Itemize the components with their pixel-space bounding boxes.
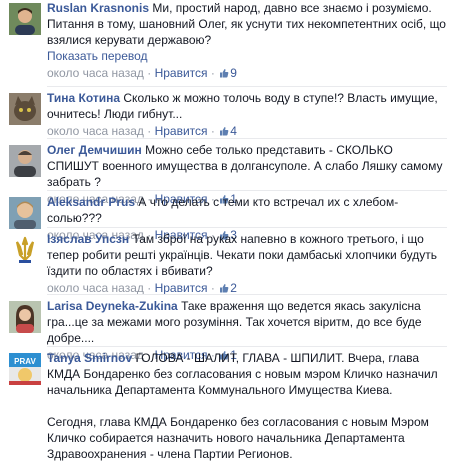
comment-paragraph: Тина Котина Сколько ж можно толочь воду … [47,90,447,122]
comment-author-link[interactable]: Tanya Smirnov [47,351,132,365]
comment-body: Tanya Smirnov ГОЛОВА - ШАЛИТ, ГЛАВА - ШП… [47,350,447,462]
like-count[interactable]: 2 [230,281,237,295]
comment-text: Aleksandr Prus А что делать с теми кто в… [47,194,447,226]
meta-separator: · [143,66,155,80]
meta-separator: · [207,66,219,80]
comment-timestamp[interactable]: около часа назад [47,124,144,138]
like-button[interactable]: Нравится [155,66,208,80]
avatar-izyaslav[interactable] [9,234,41,266]
comment-paragraph: Tanya Smirnov ГОЛОВА - ШАЛИТ, ГЛАВА - ШП… [47,350,447,398]
comment-author-link[interactable]: Тина Котина [47,91,120,105]
meta-separator: · [143,124,155,138]
comment-author-link[interactable]: Larisa Deyneka-Zukina [47,299,178,313]
like-button[interactable]: Нравится [155,124,208,138]
comment-author-link[interactable]: Aleksandr Prus [47,195,135,209]
like-button[interactable]: Нравится [155,281,208,295]
like-count[interactable]: 9 [230,66,237,80]
comment-paragraph: Aleksandr Prus А что делать с теми кто в… [47,194,447,226]
comment-text: Tanya Smirnov ГОЛОВА - ШАЛИТ, ГЛАВА - ШП… [47,350,447,462]
meta-separator: · [207,281,219,295]
avatar-oleg[interactable] [9,145,41,177]
avatar-ruslan[interactable] [9,3,41,35]
comment-text: Тина Котина Сколько ж можно толочь воду … [47,90,447,122]
comment-divider [47,138,447,139]
comment-paragraph: Ізяслав Упсзн Там зброї на руках напевно… [47,231,447,279]
comment-paragraph: Larisa Deyneka-Zukina Таке враження що в… [47,298,447,346]
avatar-larisa[interactable] [9,301,41,333]
comment-text: Ruslan Krasnonis Ми, простий народ, давн… [47,0,447,48]
thumbs-up-icon [219,66,229,82]
comment-paragraph: Ruslan Krasnonis Ми, простий народ, давн… [47,0,447,48]
comment-paragraph: Олег Демчишин Можно себе только представ… [47,142,447,190]
comment-text: Larisa Deyneka-Zukina Таке враження що в… [47,298,447,346]
comment-text: Олег Демчишин Можно себе только представ… [47,142,447,190]
avatar-tanya[interactable]: PRAV [9,353,41,385]
comment-body: Ruslan Krasnonis Ми, простий народ, давн… [47,0,447,82]
meta-separator: · [207,124,219,138]
svg-text:PRAV: PRAV [14,357,36,366]
comments-list: Ruslan Krasnonis Ми, простий народ, давн… [0,0,453,462]
comment-meta: около часа назад · Нравится · 9 [47,65,447,82]
comment-divider [47,227,447,228]
comment-author-link[interactable]: Ізяслав Упсзн [47,232,129,246]
comment-timestamp[interactable]: около часа назад [47,281,144,295]
comment-text: Ізяслав Упсзн Там зброї на руках напевно… [47,231,447,279]
comment-divider [47,346,447,347]
like-count[interactable]: 4 [230,124,237,138]
comment-paragraph: Сегодня, глава КМДА Бондаренко без согла… [47,414,447,462]
comment-body: Тина Котина Сколько ж можно толочь воду … [47,90,447,140]
avatar-tina[interactable] [9,93,41,125]
comment-author-link[interactable]: Ruslan Krasnonis [47,1,149,15]
comment-divider [47,294,447,295]
comment-message: Сегодня, глава КМДА Бондаренко без согла… [47,415,429,461]
comment-divider [47,190,447,191]
comment-author-link[interactable]: Олег Демчишин [47,143,142,157]
comment-divider [47,86,447,87]
meta-separator: · [143,281,155,295]
comment-body: Ізяслав Упсзн Там зброї на руках напевно… [47,231,447,297]
avatar-aleksandr[interactable] [9,197,41,229]
comment-timestamp[interactable]: около часа назад [47,66,144,80]
see-translation-link[interactable]: Показать перевод [47,48,447,64]
